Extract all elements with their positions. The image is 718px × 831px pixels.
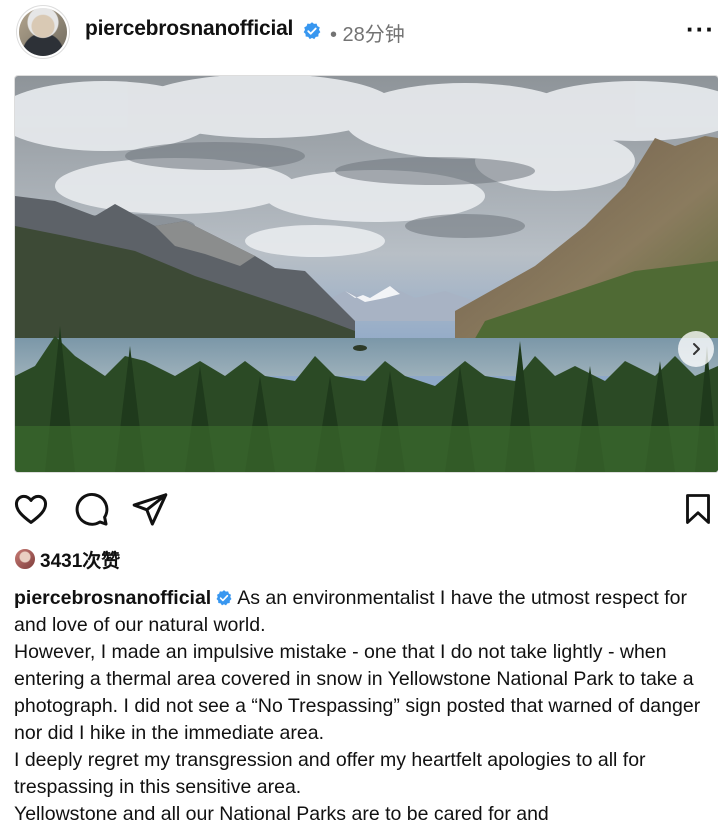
post-time: • 28分钟 bbox=[330, 24, 405, 46]
avatar[interactable] bbox=[19, 8, 67, 56]
more-icon[interactable]: ··· bbox=[686, 14, 715, 45]
post-photo[interactable] bbox=[14, 75, 718, 473]
verified-icon bbox=[216, 590, 232, 606]
username[interactable]: piercebrosnanofficial bbox=[85, 17, 293, 41]
caption-text-4: Yellowstone and all our National Parks a… bbox=[14, 803, 549, 825]
bookmark-icon[interactable] bbox=[680, 490, 716, 528]
caption-text-2: However, I made an impulsive mistake - o… bbox=[14, 641, 701, 744]
comment-icon[interactable] bbox=[72, 490, 110, 528]
verified-icon bbox=[303, 22, 321, 40]
share-icon[interactable] bbox=[131, 490, 169, 528]
likes-count[interactable]: 3431次赞 bbox=[40, 546, 120, 573]
liker-avatar bbox=[14, 548, 36, 570]
post-header: piercebrosnanofficial • 28分钟 ··· bbox=[0, 0, 718, 66]
post-caption: piercebrosnanofficial As an environmenta… bbox=[14, 585, 714, 828]
caption-text-3: I deeply regret my transgression and off… bbox=[14, 749, 646, 798]
heart-icon[interactable] bbox=[12, 490, 50, 528]
carousel-next-button[interactable] bbox=[678, 331, 714, 367]
caption-line: piercebrosnanofficial As an environmenta… bbox=[14, 585, 714, 639]
next-icon bbox=[693, 343, 700, 355]
action-bar bbox=[0, 480, 718, 540]
landscape-image bbox=[15, 76, 718, 472]
caption-username[interactable]: piercebrosnanofficial bbox=[14, 587, 211, 609]
